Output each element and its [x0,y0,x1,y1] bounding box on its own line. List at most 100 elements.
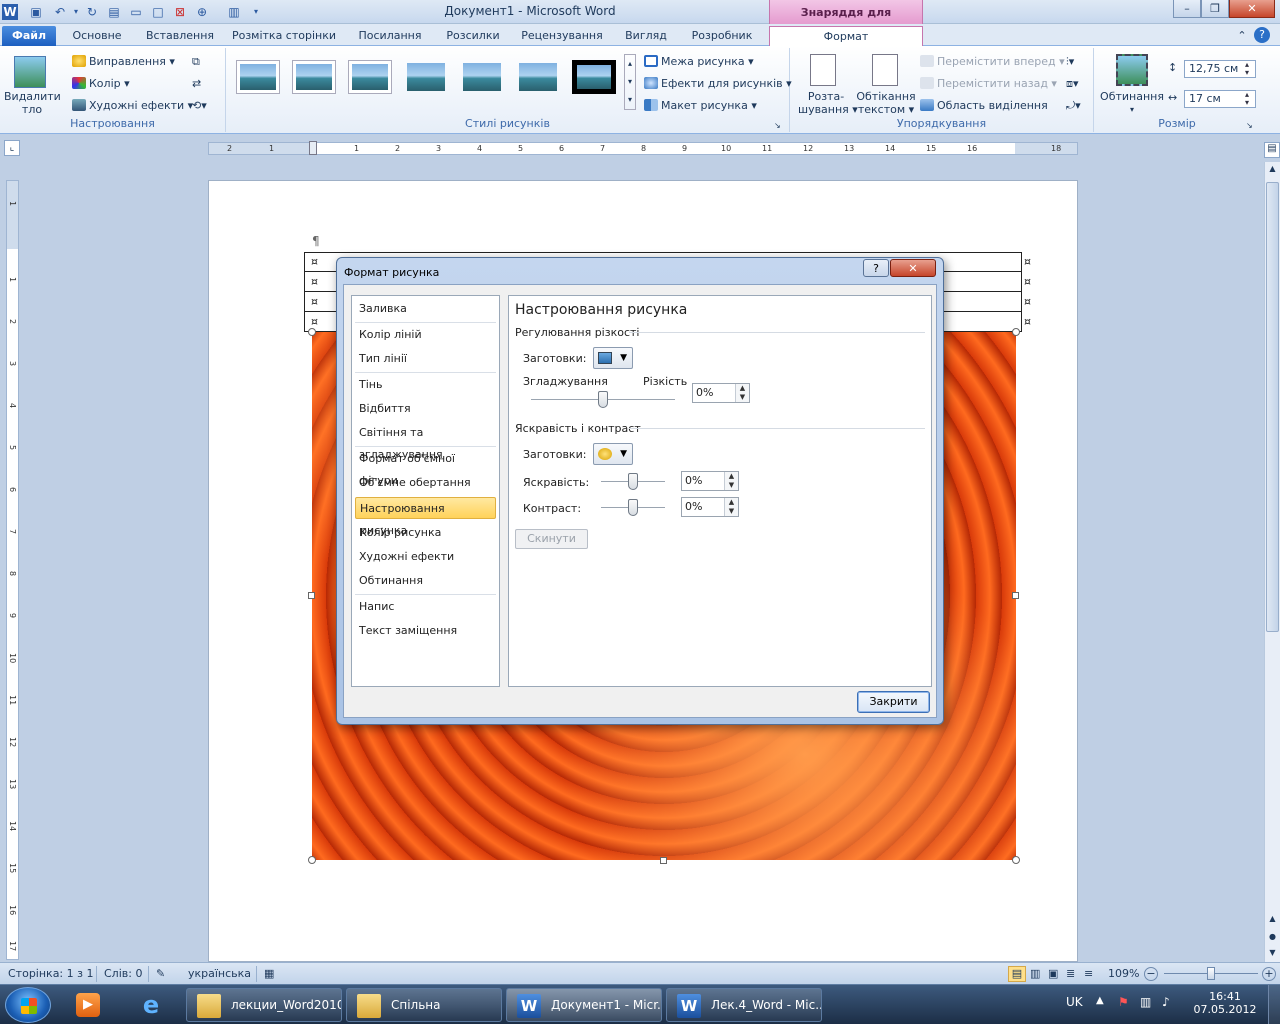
zoom-slider[interactable] [1207,967,1215,980]
picture-effects-button[interactable]: Ефекти для рисунків ▾ [644,76,792,92]
style-thumb-3[interactable] [348,60,392,94]
resize-handle-left[interactable] [308,592,315,599]
remove-background-button[interactable]: Видалити тло [4,90,61,116]
internet-explorer-pin[interactable]: e [122,988,178,1022]
tab-mailings[interactable]: Розсилки [440,26,506,46]
horizontal-ruler[interactable]: 2 1 1 2 3 4 5 6 7 8 9 10 11 12 13 14 15 … [208,141,1078,155]
reset-button[interactable]: Скинути [515,529,588,549]
zoom-level[interactable]: 109% [1108,967,1139,980]
width-input[interactable]: 17 см [1184,90,1256,108]
brightness-value-input[interactable]: 0% ▲ ▼ [681,471,739,491]
align-icon[interactable]: ⫶▾ [1066,54,1074,70]
height-input[interactable]: 12,75 см [1184,60,1256,78]
word-app-icon[interactable]: W [2,4,18,20]
resize-handle-top-left[interactable] [308,328,316,336]
tab-review[interactable]: Рецензування [516,26,608,46]
clock[interactable]: 16:41 07.05.2012 [1190,990,1260,1016]
category-picture-color[interactable]: Колір рисунка [355,522,496,544]
close-button[interactable]: Закрити [857,691,930,713]
category-crop[interactable]: Обтинання [355,570,496,592]
category-reflection[interactable]: Відбиття [355,398,496,420]
tab-view[interactable]: Вигляд [616,26,676,46]
resize-handle-top-right[interactable] [1012,328,1020,336]
view-ruler-icon[interactable]: ▤ [1264,142,1280,158]
sharpness-value-input[interactable]: 0% ▲ ▼ [692,383,750,403]
task-lectures-folder[interactable]: лекции_Word2010 [186,988,342,1022]
resize-handle-bottom-left[interactable] [308,856,316,864]
color-button[interactable]: Колір ▾ [72,76,130,92]
change-picture-icon[interactable]: ⇄ [192,76,201,92]
start-button[interactable] [5,987,51,1023]
media-player-pin[interactable]: ▶ [60,988,116,1022]
browse-object-icon[interactable]: ● [1266,932,1279,946]
tab-file[interactable]: Файл [2,26,56,46]
task-document1[interactable]: W Документ1 - Micr... [506,988,662,1022]
print-layout-view-icon[interactable]: ▤ [1008,966,1026,982]
print-preview-icon[interactable]: ▤ [106,4,122,20]
rotate-icon[interactable]: ⤾▾ [1066,98,1081,114]
style-thumb-4[interactable] [404,60,448,94]
minimize-ribbon-icon[interactable]: ⌃ [1234,26,1250,46]
bring-forward-button[interactable]: Перемістити вперед ▾ [920,54,1065,70]
draft-view-icon[interactable]: ≡ [1084,967,1093,980]
resize-handle-right[interactable] [1012,592,1019,599]
category-alt-text[interactable]: Текст заміщення [355,620,496,642]
proofing-icon[interactable]: ✎ [156,967,165,980]
category-3d-rotation[interactable]: Об'ємне обертання [355,472,496,494]
zoom-in-button[interactable]: + [1262,967,1276,981]
brightness-spinner[interactable]: ▲ ▼ [724,472,738,490]
contrast-value-input[interactable]: 0% ▲ ▼ [681,497,739,517]
category-artistic-effects[interactable]: Художні ефекти [355,546,496,568]
input-language[interactable]: UK [1066,995,1083,1009]
style-thumb-7[interactable] [572,60,616,94]
close-window-button[interactable]: ✕ [1229,0,1275,18]
redo-icon[interactable]: ↻ [84,4,100,20]
category-line-style[interactable]: Тип лінії [355,348,496,370]
tab-developer[interactable]: Розробник [684,26,760,46]
volume-icon[interactable]: ♪ [1162,995,1170,1009]
scroll-next-page-icon[interactable]: ▼ [1266,948,1279,962]
vertical-ruler[interactable]: 1 1 2 3 4 5 6 7 8 9 10 11 12 13 14 15 16… [6,180,19,960]
wrap-text-button[interactable]: Обтікання текстом ▾ [854,90,918,116]
sharpness-spinner[interactable]: ▲ ▼ [735,384,749,402]
vertical-scrollbar[interactable]: ▲ ▲ ● ▼ [1264,162,1280,962]
undo-icon[interactable]: ↶ [52,4,68,20]
category-3d-format[interactable]: Формат об'ємної фігури [355,448,496,487]
styles-dialog-launcher-icon[interactable]: ↘ [774,118,781,134]
scroll-up-icon[interactable]: ▲ [1266,164,1279,178]
minimize-button[interactable]: – [1173,0,1201,18]
zoom-out-button[interactable]: − [1144,967,1158,981]
picture-border-button[interactable]: Межа рисунка ▾ [644,54,754,70]
scroll-thumb[interactable] [1266,182,1279,632]
undo-dropdown-icon[interactable]: ▾ [68,4,84,20]
style-thumb-5[interactable] [460,60,504,94]
zoom-icon[interactable]: ⊕ [194,4,210,20]
tab-selector-icon[interactable]: ⌞ [4,140,20,156]
tab-insert[interactable]: Вставлення [138,26,222,46]
help-icon[interactable]: ? [1254,27,1270,43]
restore-button[interactable]: ❐ [1201,0,1229,18]
tab-page-layout[interactable]: Розмітка сторінки [228,26,340,46]
contrast-slider[interactable] [628,499,638,516]
action-center-icon[interactable]: ⚑ [1118,995,1129,1009]
position-button[interactable]: Розта- шування ▾ [798,90,858,116]
artistic-effects-button[interactable]: Художні ефекти ▾ [72,98,193,114]
category-glow-soft-edges[interactable]: Світіння та згладжування [355,422,496,461]
style-thumb-6[interactable] [516,60,560,94]
network-icon[interactable]: ▥ [1140,995,1151,1009]
picture-layout-button[interactable]: Макет рисунка ▾ [644,98,757,114]
new-document-icon[interactable]: □ [150,4,166,20]
dialog-help-button[interactable]: ? [863,259,889,277]
category-line-color[interactable]: Колір ліній [355,324,496,346]
resize-handle-bottom-right[interactable] [1012,856,1020,864]
crop-button[interactable]: Обтинання ▾ [1100,90,1164,116]
customize-qat-icon[interactable]: ▾ [248,4,264,20]
size-dialog-launcher-icon[interactable]: ↘ [1246,118,1253,134]
styles-scroll[interactable]: ▴ ▾ ▾ [624,54,636,110]
contrast-spinner[interactable]: ▲ ▼ [724,498,738,516]
task-shared-folder[interactable]: Спільна [346,988,502,1022]
save-icon[interactable]: ▣ [28,4,44,20]
language-indicator[interactable]: українська [188,967,251,980]
word-count[interactable]: Слів: 0 [104,967,142,980]
close-doc-icon[interactable]: ⊠ [172,4,188,20]
